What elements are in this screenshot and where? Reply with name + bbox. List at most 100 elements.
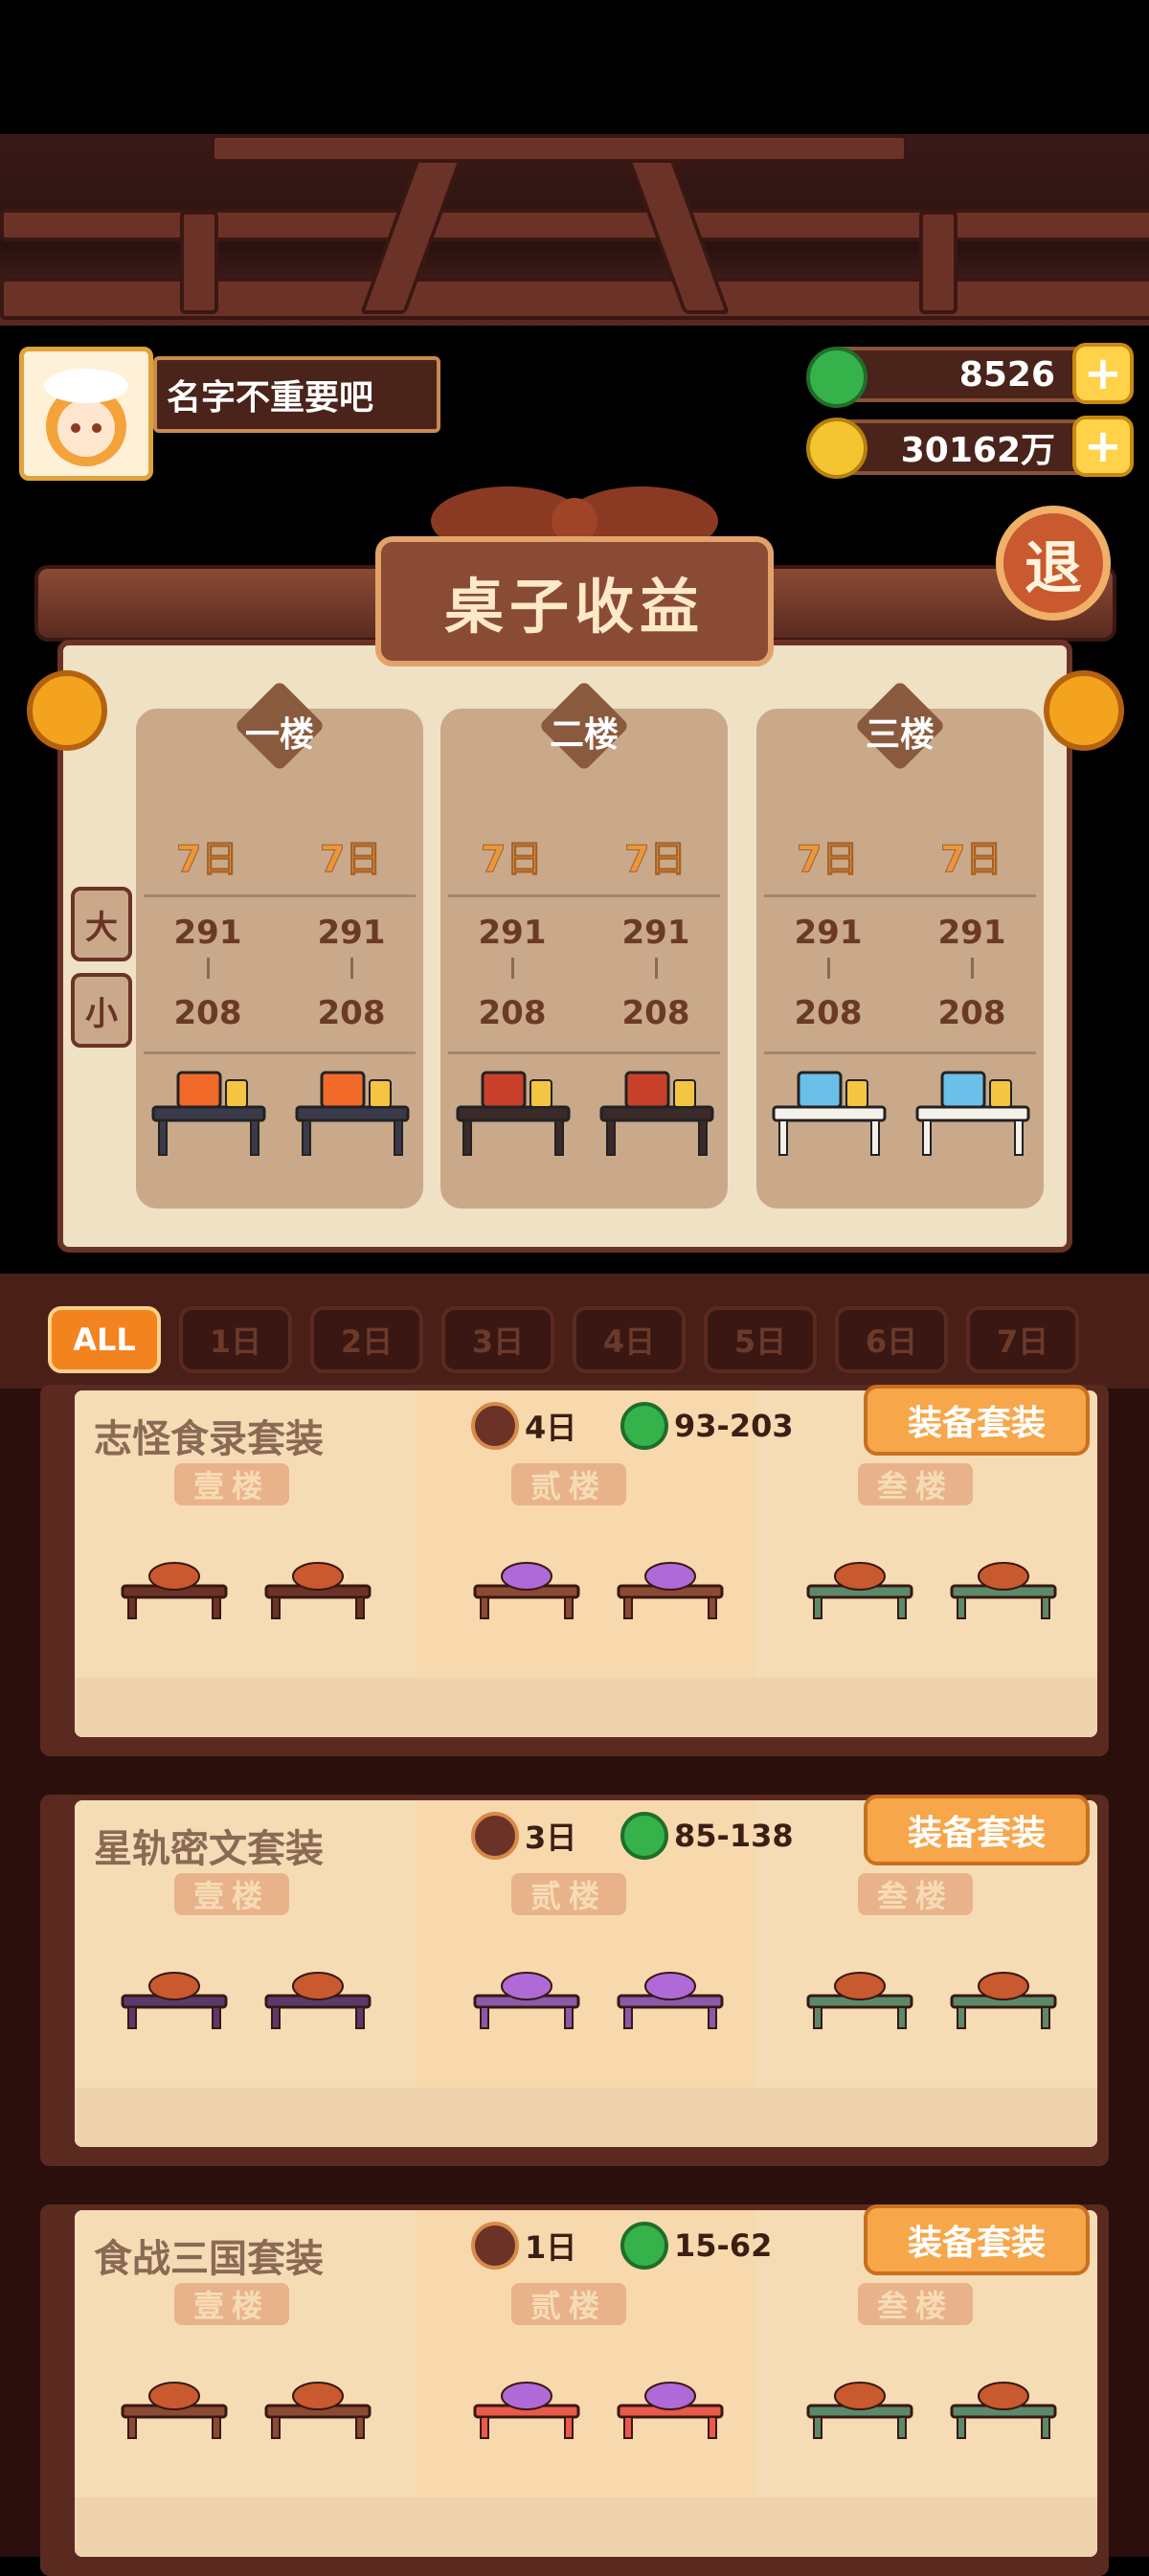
tab-day-3[interactable]: 3日 [441, 1306, 554, 1373]
floor-label: 三楼 [865, 715, 935, 755]
set-table-illustration [260, 1534, 375, 1630]
range-connector [207, 958, 210, 979]
row-divider [448, 894, 720, 897]
day-count: 7日 [480, 838, 543, 881]
clock-icon [471, 1402, 519, 1450]
day-count: 7日 [939, 838, 1003, 881]
set-floor-tag: 贰楼 [511, 2283, 626, 2325]
tab-day-1[interactable]: 1日 [179, 1306, 292, 1373]
tab-day-7[interactable]: 7日 [966, 1306, 1079, 1373]
tab-day-6[interactable]: 6日 [835, 1306, 948, 1373]
set-duration-text: 1日 [525, 2229, 577, 2266]
wave-pattern [75, 2088, 1097, 2147]
big-table-income: 291 [478, 914, 547, 952]
set-income-range-text: 15-62 [674, 2227, 773, 2264]
set-table-illustration [802, 2354, 917, 2450]
set-table-illustration [117, 1944, 232, 2040]
tab-day-4[interactable]: 4日 [573, 1306, 686, 1373]
set-table-illustration [613, 2354, 728, 2450]
big-table-income: 291 [794, 914, 863, 952]
coffee-table-illustration [454, 1053, 573, 1159]
day-count: 7日 [175, 838, 238, 881]
set-table-illustration [946, 2354, 1061, 2450]
equip-set-button[interactable]: 装备套装 [864, 1795, 1090, 1865]
set-name: 星轨密文套装 [94, 1827, 324, 1871]
small-table-income: 208 [794, 994, 863, 1032]
add-coin-button[interactable]: + [1072, 416, 1134, 477]
outfit-set-card: 食战三国套装 1日 15-62 壹楼 贰楼 叁楼 装备套装 [40, 2204, 1109, 2576]
coin-ornament-left [27, 670, 107, 751]
tab-day-5[interactable]: 5日 [704, 1306, 817, 1373]
row-divider [144, 894, 416, 897]
range-connector [827, 958, 830, 979]
add-jade-button[interactable]: + [1072, 343, 1134, 404]
coin-icon [806, 418, 867, 479]
tab-day-2[interactable]: 2日 [310, 1306, 423, 1373]
big-table-income: 291 [317, 914, 386, 952]
set-floor-tag: 叁楼 [858, 1873, 973, 1915]
player-avatar[interactable] [19, 347, 153, 481]
jade-icon [620, 2222, 668, 2270]
set-duration: 1日 [471, 2222, 576, 2270]
row-divider [764, 1051, 1036, 1054]
ceiling-decoration [0, 134, 1149, 326]
clock-icon [471, 1812, 519, 1860]
tab-all[interactable]: ALL [48, 1306, 161, 1373]
jade-amount: 8526 [958, 354, 1055, 395]
small-table-income: 208 [478, 994, 547, 1032]
coin-amount: 30162万 [900, 431, 1055, 470]
set-floor-tag: 壹楼 [174, 2283, 289, 2325]
range-connector [971, 958, 974, 979]
clock-icon [471, 2222, 519, 2270]
set-table-illustration [260, 2354, 375, 2450]
big-table-income: 291 [937, 914, 1006, 952]
outfit-set-card: 志怪食录套装 4日 93-203 壹楼 贰楼 叁楼 装备套装 [40, 1385, 1109, 1756]
set-duration-text: 4日 [525, 1410, 577, 1446]
big-table-income: 291 [621, 914, 690, 952]
range-connector [655, 958, 658, 979]
equip-set-button[interactable]: 装备套装 [864, 1385, 1090, 1456]
day-count: 7日 [796, 838, 859, 881]
set-table-illustration [469, 2354, 584, 2450]
set-name: 志怪食录套装 [94, 1417, 324, 1461]
set-duration: 3日 [471, 1812, 576, 1860]
set-table-illustration [946, 1944, 1061, 2040]
set-income-range: 93-203 [620, 1402, 794, 1450]
set-income-range-text: 85-138 [674, 1818, 794, 1854]
set-table-illustration [613, 1944, 728, 2040]
coin-ornament-right [1044, 670, 1124, 751]
set-floor-tag: 壹楼 [174, 1463, 289, 1505]
row-divider [448, 1051, 720, 1054]
floor-label: 二楼 [549, 715, 619, 755]
set-table-illustration [260, 1944, 375, 2040]
small-table-income: 208 [317, 994, 386, 1032]
outfit-set-card: 星轨密文套装 3日 85-138 壹楼 贰楼 叁楼 装备套装 [40, 1795, 1109, 2166]
exit-button[interactable]: 退 [996, 506, 1111, 621]
row-divider [144, 1051, 416, 1054]
range-connector [350, 958, 353, 979]
set-duration: 4日 [471, 1402, 576, 1450]
set-income-range-text: 93-203 [674, 1408, 794, 1444]
equip-set-button[interactable]: 装备套装 [864, 2204, 1090, 2275]
set-floor-tag: 贰楼 [511, 1463, 626, 1505]
set-table-illustration [802, 1534, 917, 1630]
set-table-illustration [469, 1944, 584, 2040]
big-table-label: 大 [71, 887, 132, 961]
jade-icon [620, 1812, 668, 1860]
player-name: 名字不重要吧 [153, 356, 440, 433]
set-floor-tag: 叁楼 [858, 2283, 973, 2325]
wave-pattern [75, 1678, 1097, 1737]
set-floor-tag: 贰楼 [511, 1873, 626, 1915]
computer-table-illustration [913, 1053, 1032, 1159]
set-name: 食战三国套装 [94, 2237, 324, 2281]
set-table-illustration [117, 2354, 232, 2450]
set-duration-text: 3日 [525, 1819, 577, 1856]
board-title: 桌子收益 [375, 536, 774, 667]
row-divider [764, 894, 1036, 897]
day-count: 7日 [623, 838, 687, 881]
small-table-income: 208 [173, 994, 242, 1032]
set-table-illustration [613, 1534, 728, 1630]
set-table-illustration [117, 1534, 232, 1630]
wave-pattern [75, 2497, 1097, 2557]
set-floor-tag: 叁楼 [858, 1463, 973, 1505]
